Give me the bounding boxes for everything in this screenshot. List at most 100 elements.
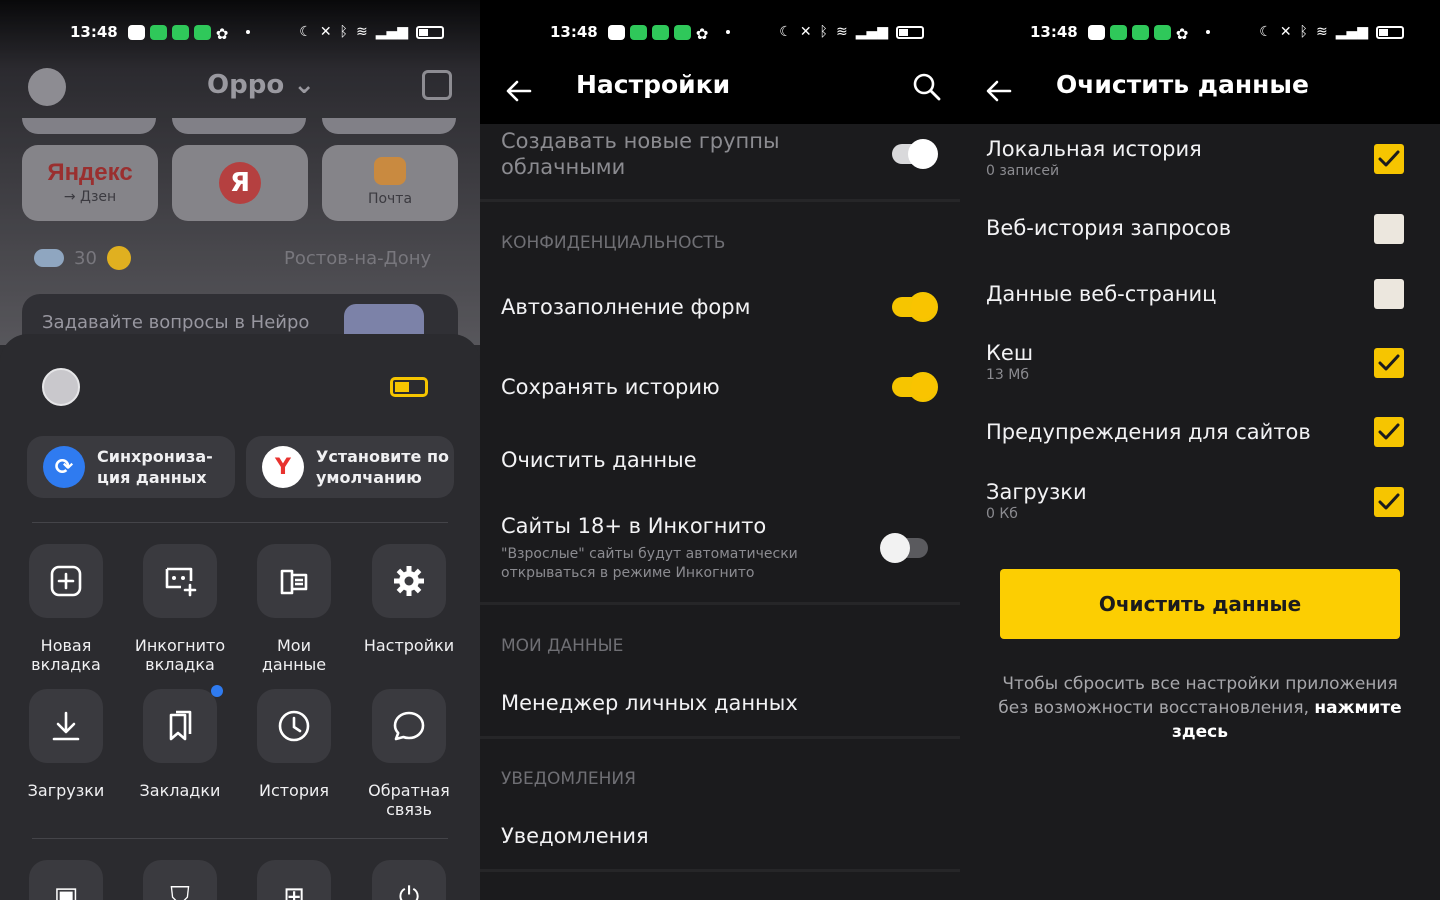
downloads-checkbox[interactable] bbox=[1374, 487, 1404, 517]
clear-item-web-history[interactable]: Веб-история запросов bbox=[986, 215, 1416, 241]
check-icon bbox=[1378, 493, 1400, 510]
gear-icon bbox=[394, 566, 424, 596]
app-bar: Очистить данные bbox=[960, 64, 1440, 124]
save-history-setting[interactable]: Сохранять историю bbox=[480, 374, 960, 400]
site-warnings-checkbox[interactable] bbox=[1374, 417, 1404, 447]
section-header-my-data: МОИ ДАННЫЕ bbox=[501, 636, 624, 656]
phone-icon bbox=[1153, 24, 1171, 40]
menu-sheet: ⟳ Синхрониза- ция данных Y Установите по… bbox=[0, 334, 480, 900]
back-arrow-icon[interactable] bbox=[984, 76, 1014, 106]
city-label: Ростов-на-Дону bbox=[284, 247, 432, 269]
clear-data-button[interactable]: Очистить данные bbox=[1000, 569, 1400, 639]
check-icon bbox=[1378, 423, 1400, 440]
my-data-button[interactable]: Мои данные bbox=[234, 544, 354, 674]
web-page-data-checkbox[interactable] bbox=[1374, 279, 1404, 309]
local-history-checkbox[interactable] bbox=[1374, 144, 1404, 174]
sun-icon bbox=[106, 246, 131, 270]
status-bar: 13:48 ✿ ☾ ✕ ᛒ ≋ ▂▄▆ bbox=[0, 0, 480, 64]
tile-ya[interactable]: Я bbox=[172, 145, 308, 221]
battery-saver-icon[interactable] bbox=[390, 377, 428, 397]
apps-icon: ✿ bbox=[695, 24, 709, 43]
clear-item-local-history[interactable]: Локальная история 0 записей bbox=[986, 136, 1416, 180]
settings-panel: 13:48 ✿ ☾ ✕ ᛒ ≋ ▂▄▆ Настройки Создавать … bbox=[480, 0, 960, 900]
bluetooth-icon: ᛒ bbox=[1299, 24, 1308, 40]
section-header-privacy: КОНФИДЕНЦИАЛЬНОСТЬ bbox=[501, 233, 726, 253]
avatar[interactable] bbox=[42, 368, 80, 406]
bookmarks-button[interactable]: Закладки bbox=[120, 685, 240, 800]
save-history-toggle[interactable] bbox=[892, 372, 938, 402]
sync-data-button[interactable]: ⟳ Синхрониза- ция данных bbox=[27, 436, 235, 498]
web-history-checkbox[interactable] bbox=[1374, 214, 1404, 244]
message-icon bbox=[1109, 24, 1127, 40]
moon-icon: ☾ bbox=[299, 24, 312, 40]
search-icon[interactable] bbox=[912, 72, 942, 102]
clear-data-panel: 13:48 ✿ ☾ ✕ ᛒ ≋ ▂▄▆ Очистить данные Лока… bbox=[960, 0, 1440, 900]
cache-checkbox[interactable] bbox=[1374, 348, 1404, 378]
clock-icon bbox=[278, 710, 310, 742]
downloads-button[interactable]: Загрузки bbox=[6, 689, 126, 800]
battery-icon bbox=[896, 25, 924, 39]
yandex-logo: Яндекс bbox=[47, 159, 133, 186]
notifications-setting[interactable]: Уведомления bbox=[480, 823, 960, 849]
check-icon bbox=[1378, 150, 1400, 167]
new-tab-button[interactable]: Новая вкладка bbox=[6, 544, 126, 674]
wechat-icon bbox=[171, 24, 189, 40]
clear-item-cache[interactable]: Кеш 13 Мб bbox=[986, 340, 1416, 384]
protect-button[interactable]: ⛉ bbox=[120, 860, 240, 900]
reader-button[interactable]: ⊞ bbox=[234, 860, 354, 900]
yandex-browser-icon: Y bbox=[262, 446, 304, 488]
vk-icon bbox=[127, 24, 145, 40]
vk-icon bbox=[1087, 24, 1105, 40]
notification-dot bbox=[211, 685, 223, 697]
clear-item-web-page-data[interactable]: Данные веб-страниц bbox=[986, 281, 1416, 307]
gallery-button[interactable]: ▣ bbox=[6, 860, 126, 900]
page-title[interactable]: Oppo ⌄ bbox=[207, 70, 315, 100]
phone-icon bbox=[193, 24, 211, 40]
check-icon bbox=[1378, 354, 1400, 371]
wifi-icon: ≋ bbox=[355, 24, 368, 40]
bluetooth-icon: ᛒ bbox=[339, 24, 348, 40]
autofill-setting[interactable]: Автозаполнение форм bbox=[480, 294, 960, 320]
weather-widget[interactable]: 30 Ростов-на-Дону bbox=[34, 246, 431, 270]
autofill-toggle[interactable] bbox=[892, 292, 938, 322]
incognito-18-toggle[interactable] bbox=[880, 533, 928, 563]
signal-icon: ▂▄▆ bbox=[1335, 24, 1368, 40]
apps-icon: ✿ bbox=[215, 24, 229, 43]
wifi-icon: ≋ bbox=[835, 24, 848, 40]
tile-yandex[interactable]: Яндекс → Дзен bbox=[22, 145, 158, 221]
clear-item-downloads[interactable]: Загрузки 0 Кб bbox=[986, 479, 1416, 523]
exit-button[interactable]: ⏻ bbox=[349, 860, 469, 900]
phone-icon bbox=[673, 24, 691, 40]
vk-icon bbox=[607, 24, 625, 40]
feedback-button[interactable]: Обратная связь bbox=[349, 689, 469, 819]
status-bar: 13:48 ✿ ☾ ✕ ᛒ ≋ ▂▄▆ bbox=[480, 0, 960, 64]
set-default-button[interactable]: Y Установите по умолчанию bbox=[246, 436, 454, 498]
signal-icon: ▂▄▆ bbox=[855, 24, 888, 40]
mask-icon[interactable] bbox=[422, 70, 452, 100]
moon-icon: ☾ bbox=[779, 24, 792, 40]
cloud-icon bbox=[34, 249, 64, 267]
cloud-groups-toggle[interactable] bbox=[892, 139, 938, 169]
incognito-tab-button[interactable]: Инкогнито вкладка bbox=[120, 544, 240, 674]
message-icon bbox=[149, 24, 167, 40]
reset-settings-text: Чтобы сбросить все настройки приложения … bbox=[998, 674, 1402, 742]
page-title: Очистить данные bbox=[1056, 70, 1309, 99]
clear-item-site-warnings[interactable]: Предупреждения для сайтов bbox=[986, 419, 1416, 445]
settings-button[interactable]: Настройки bbox=[349, 544, 469, 655]
download-icon bbox=[52, 711, 80, 741]
book-icon: ⊞ bbox=[283, 882, 305, 900]
signal-icon: ▂▄▆ bbox=[375, 24, 408, 40]
mail-icon bbox=[374, 157, 406, 185]
personal-data-manager-setting[interactable]: Менеджер личных данных bbox=[480, 690, 960, 716]
avatar[interactable] bbox=[28, 68, 66, 106]
browser-menu-panel: Oppo ⌄ Яндекс → Дзен Я Почта 30 Ростов-н… bbox=[0, 0, 480, 900]
page-title: Настройки bbox=[576, 70, 731, 99]
tile-mail[interactable]: Почта bbox=[322, 145, 458, 221]
back-arrow-icon[interactable] bbox=[504, 76, 534, 106]
mute-icon: ✕ bbox=[319, 24, 332, 40]
shield-icon: ⛉ bbox=[170, 881, 190, 900]
ya-logo: Я bbox=[219, 162, 261, 204]
history-button[interactable]: История bbox=[234, 689, 354, 800]
clear-data-setting[interactable]: Очистить данные bbox=[480, 447, 960, 473]
cloud-groups-setting[interactable]: Создавать новые группы облачными bbox=[480, 128, 960, 180]
